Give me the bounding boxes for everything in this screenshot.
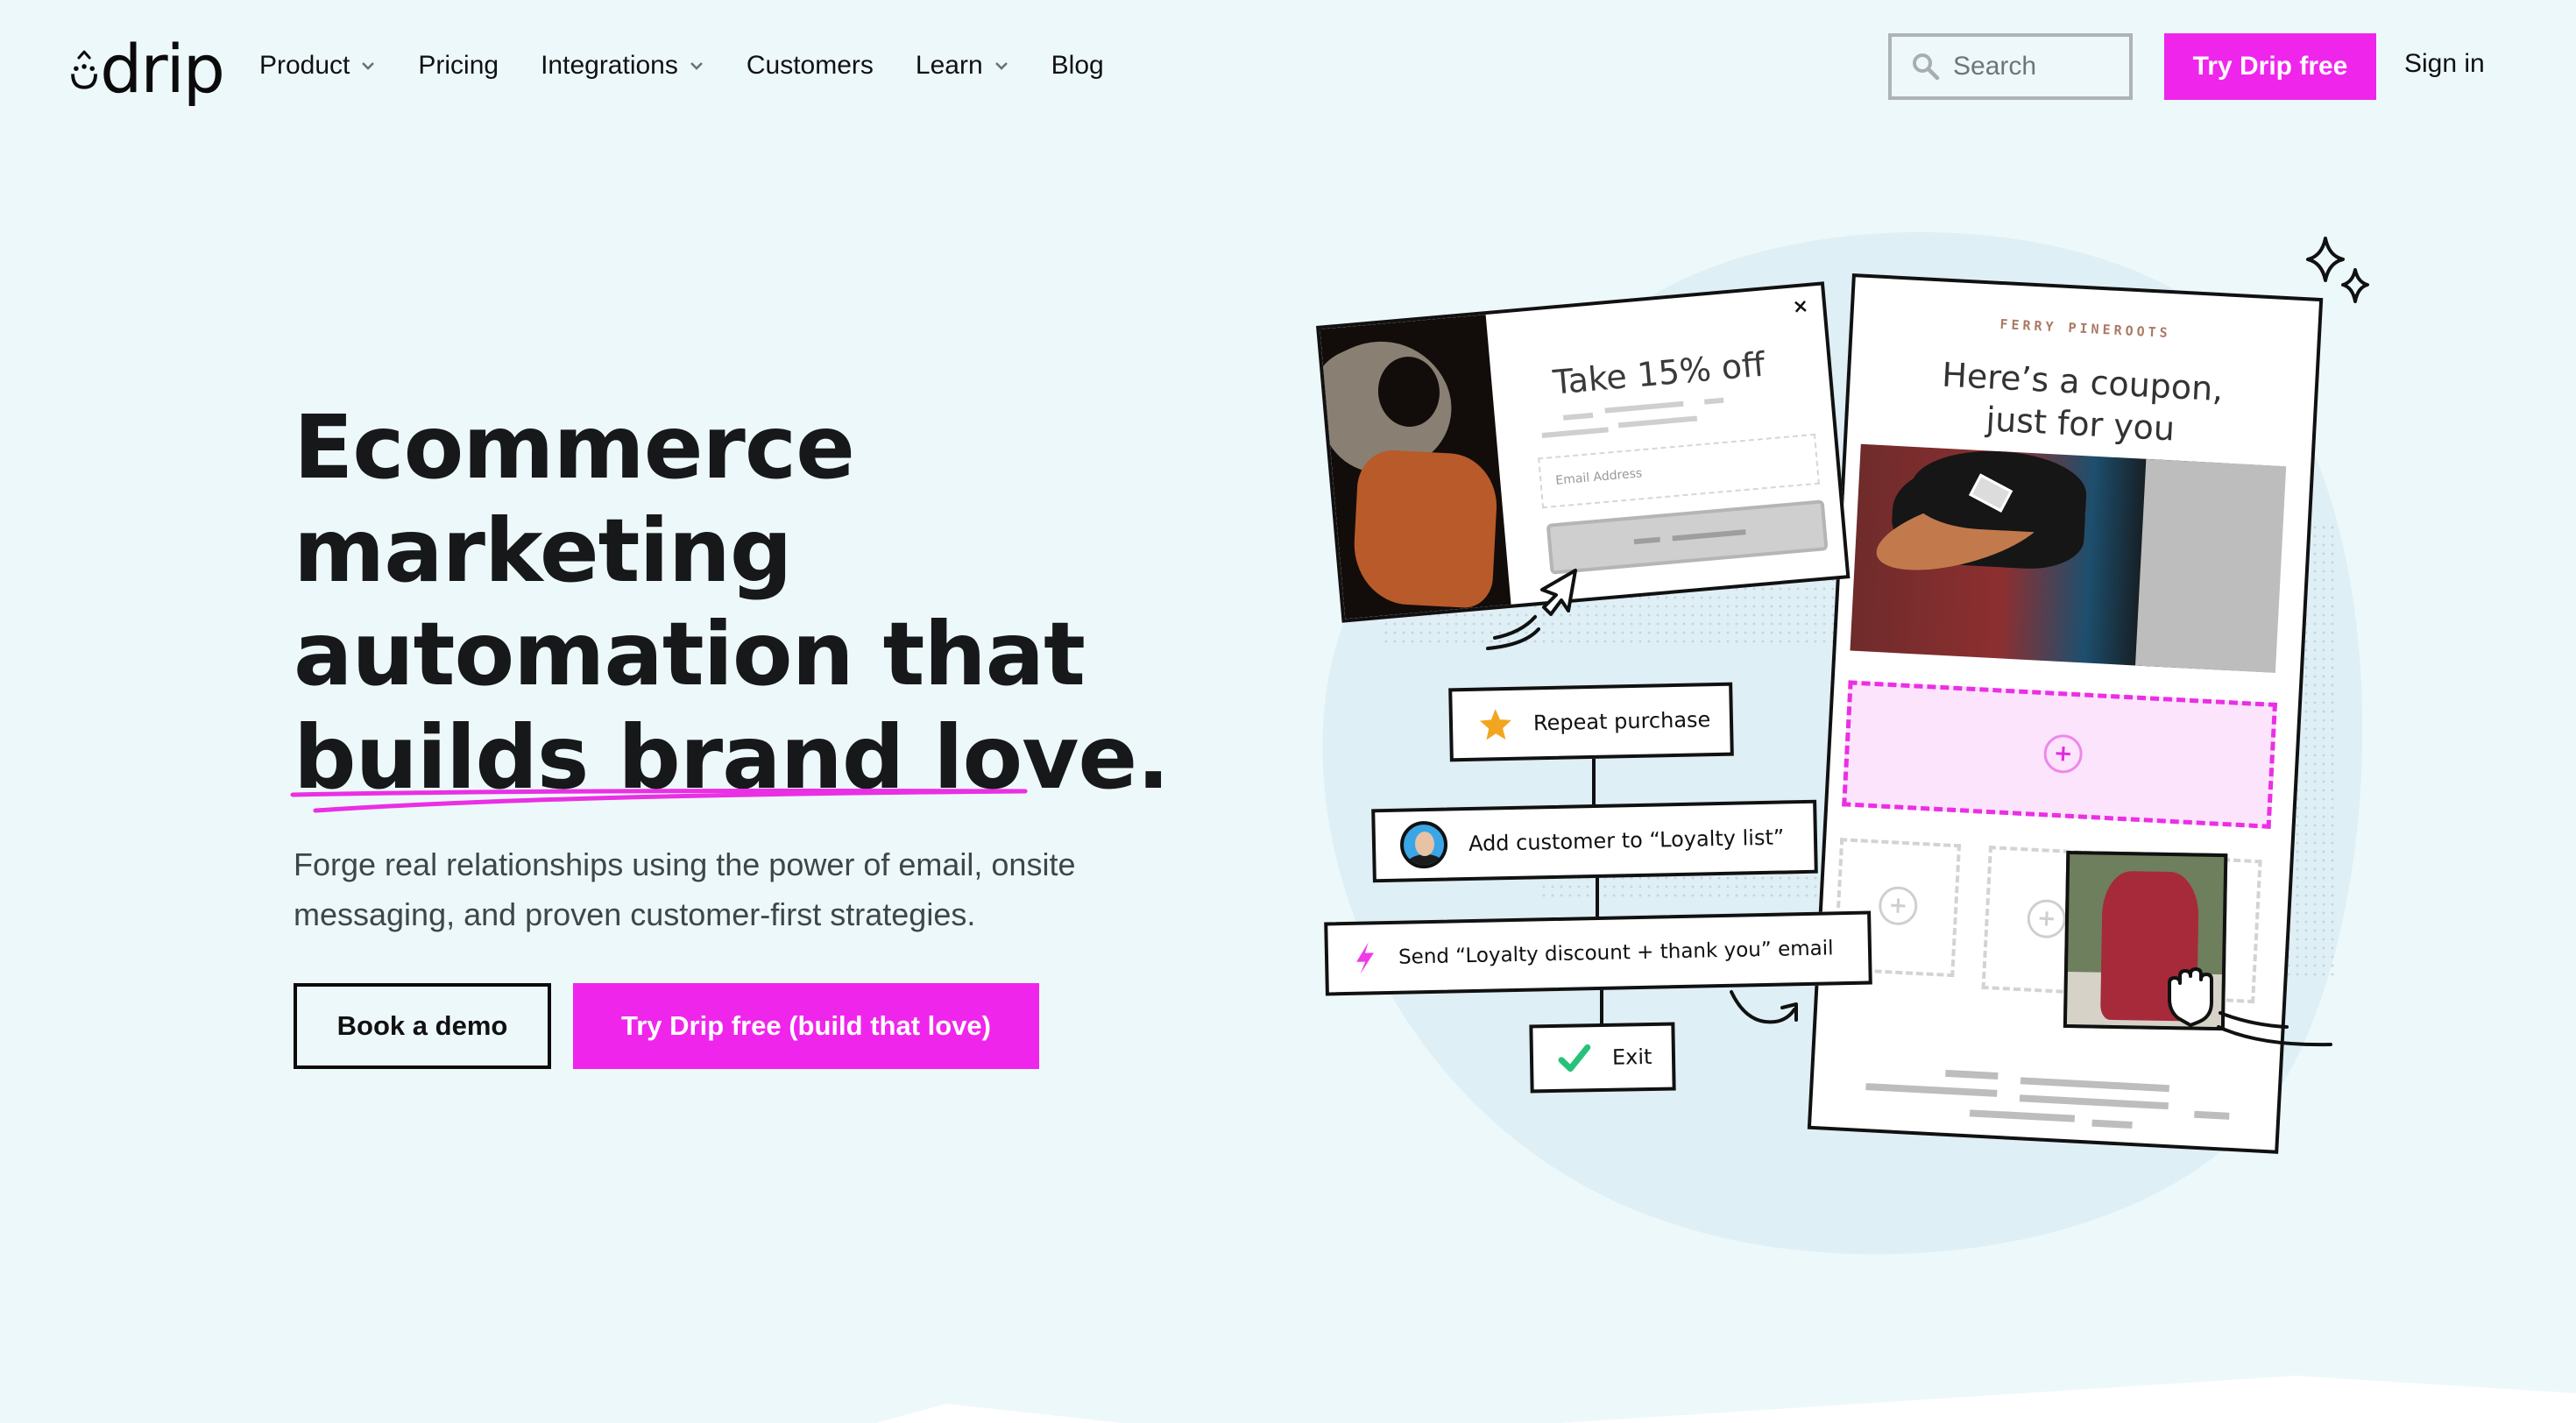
book-demo-button[interactable]: Book a demo (294, 983, 551, 1069)
headline-line: marketing (294, 499, 793, 602)
onsite-popup-card: × Take 15% off Email Address (1316, 281, 1851, 623)
chevron-down-icon (362, 62, 375, 70)
email-hero-photo (1850, 443, 2287, 673)
nav-item-learn[interactable]: Learn (916, 51, 1009, 81)
site-header: drip Product Pricing Integrations Custom… (0, 0, 2576, 131)
workflow-step-exit: Exit (1529, 1022, 1676, 1094)
try-drip-free-button[interactable]: Try Drip free (build that love) (573, 983, 1039, 1069)
nav-item-label: Learn (915, 51, 983, 80)
email-title-line: just for you (1985, 400, 2176, 449)
add-block-icon: + (1878, 885, 1919, 926)
workflow-connector (1596, 866, 1599, 918)
drip-logo-mark-icon (71, 50, 97, 89)
nav-item-label: Blog (1051, 51, 1104, 80)
sign-in-link[interactable]: Sign in (2404, 49, 2485, 79)
close-icon: × (1791, 294, 1810, 319)
curved-arrow-icon (1730, 990, 1798, 1024)
popup-email-field: Email Address (1538, 433, 1820, 509)
dot-pattern (1384, 578, 1840, 648)
add-block-icon: + (2042, 733, 2084, 775)
dot-pattern (1542, 876, 1840, 901)
checkmark-icon (1558, 1044, 1591, 1073)
popup-title: Take 15% off (1551, 344, 1766, 402)
hero-subtext: Forge real relationships using the power… (294, 846, 1076, 932)
motion-lines (1486, 615, 1540, 650)
workflow-step-label: Exit (1611, 1044, 1652, 1070)
headline-line: automation that (294, 603, 1086, 705)
email-title: Here’s a coupon, just for you (1847, 349, 2315, 457)
headline-line: Ecommerce (294, 396, 855, 499)
nav-item-integrations[interactable]: Integrations (541, 51, 704, 81)
drip-logo[interactable]: drip (70, 30, 225, 108)
search-box[interactable] (1888, 33, 2133, 100)
workflow-step-label: Repeat purchase (1532, 707, 1711, 736)
dot-pattern (2287, 526, 2339, 981)
nav-item-product[interactable]: Product (259, 51, 376, 81)
drop-zone-highlighted: + (1842, 680, 2278, 829)
email-brand-name: FERRY PINEROOTS (1999, 315, 2172, 342)
nav-item-pricing[interactable]: Pricing (418, 51, 499, 81)
customer-avatar (1399, 820, 1448, 869)
chevron-down-icon (994, 62, 1008, 70)
drop-zone: + (1981, 846, 2262, 1004)
product-photo-dragged (2063, 850, 2228, 1031)
workflow-step-email: Send “Loyalty discount + thank you” emai… (1324, 910, 1872, 996)
nav-item-label: Pricing (418, 51, 499, 80)
sparkle-icon (2306, 237, 2369, 303)
bottom-wave (876, 1376, 2576, 1423)
headline-underline-scribble (290, 789, 1028, 813)
nav-item-label: Customers (746, 51, 874, 80)
try-drip-free-header-button[interactable]: Try Drip free (2164, 33, 2376, 100)
search-icon (1913, 53, 1940, 81)
chevron-down-icon (690, 62, 703, 70)
workflow-connector (1600, 974, 1603, 1029)
add-block-icon: + (2026, 898, 2067, 939)
workflow-step-trigger: Repeat purchase (1448, 682, 1734, 762)
drop-zone: + (1833, 838, 1962, 978)
popup-photo (1320, 315, 1511, 619)
email-preview-card: FERRY PINEROOTS Here’s a coupon, just fo… (1807, 273, 2324, 1154)
nav-item-label: Integrations (541, 51, 678, 80)
workflow-step-label: Add customer to “Loyalty list” (1468, 825, 1785, 857)
grab-hand-icon (2168, 967, 2213, 1027)
workflow-connector (1592, 752, 1596, 810)
nav-item-customers[interactable]: Customers (747, 51, 874, 81)
workflow-step-action: Add customer to “Loyalty list” (1371, 799, 1818, 883)
cursor-arrow-icon (1540, 569, 1577, 616)
email-title-line: Here’s a coupon, (1941, 355, 2225, 409)
nav-item-blog[interactable]: Blog (1051, 51, 1104, 81)
workflow-step-label: Send “Loyalty discount + thank you” emai… (1398, 937, 1834, 969)
nav-item-label: Product (259, 51, 350, 80)
popup-submit-button (1546, 499, 1829, 575)
logo-text: drip (100, 30, 225, 108)
hero-headline: Ecommerce marketing automation that buil… (294, 396, 1170, 810)
main-nav: Product Pricing Integrations Customers L… (259, 46, 1146, 86)
lightning-icon (1356, 942, 1374, 974)
background-blob (1322, 232, 2363, 1255)
star-icon (1479, 709, 1511, 740)
search-input[interactable] (1953, 52, 2120, 81)
motion-lines (2217, 1011, 2332, 1047)
